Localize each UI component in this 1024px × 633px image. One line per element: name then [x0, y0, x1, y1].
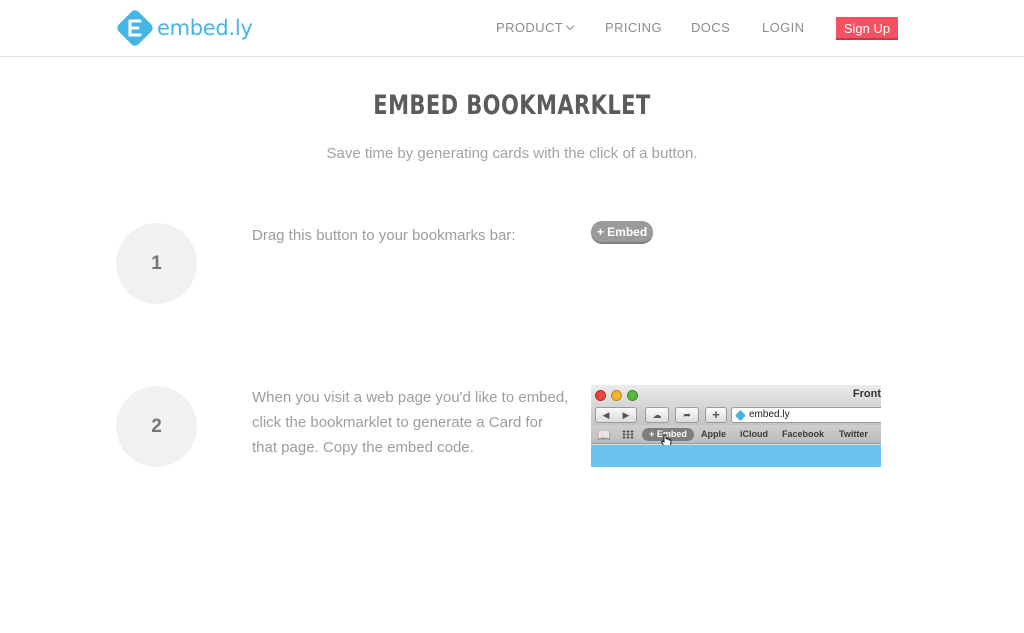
embed-bookmarklet-button[interactable]: + Embed	[591, 221, 653, 244]
nav-product-label: PRODUCT	[496, 20, 564, 35]
plus-icon: +	[705, 407, 727, 423]
step-1-number: 1	[116, 223, 197, 304]
share-icon: ➦	[675, 407, 699, 423]
browser-page-content	[591, 445, 881, 467]
nav-login[interactable]: LOGIN	[762, 20, 804, 35]
browser-url-bar: embed.ly	[731, 407, 881, 423]
main-nav: PRODUCT PRICING DOCS LOGIN Sign Up	[0, 17, 1024, 41]
site-header: embed.ly PRODUCT PRICING DOCS LOGIN Sign…	[0, 0, 1024, 57]
browser-url-text: embed.ly	[749, 409, 790, 420]
step-1-text: Drag this button to your bookmarks bar:	[252, 227, 516, 244]
chevron-down-icon	[565, 21, 575, 31]
grid-icon	[622, 430, 634, 439]
nav-pricing[interactable]: PRICING	[605, 20, 662, 35]
signup-button[interactable]: Sign Up	[836, 17, 898, 40]
cloud-icon: ☁	[645, 407, 669, 423]
nav-product[interactable]: PRODUCT	[496, 20, 575, 35]
page-subtitle: Save time by generating cards with the c…	[326, 145, 698, 162]
bookmark-twitter: Twitter	[839, 429, 868, 439]
book-icon: 📖	[597, 430, 611, 442]
page-title: EMBED BOOKMARKLET	[373, 90, 651, 121]
browser-toolbar: ◀ ▶ ☁ ➦ + embed.ly	[591, 405, 881, 425]
nav-docs[interactable]: DOCS	[691, 20, 730, 35]
back-forward-icon: ◀ ▶	[595, 407, 637, 423]
close-light-icon	[595, 390, 606, 401]
minimize-light-icon	[611, 390, 622, 401]
step-2-number: 2	[116, 386, 197, 467]
browser-screenshot: Front ◀ ▶ ☁ ➦ + embed.ly 📖 + Embed Apple …	[591, 385, 881, 467]
bookmark-facebook: Facebook	[782, 429, 825, 439]
browser-titlebar: Front	[591, 385, 881, 405]
browser-bookmarks-bar: 📖 + Embed Apple iCloud Facebook Twitter	[591, 425, 881, 444]
browser-window-title: Front	[852, 388, 881, 400]
zoom-light-icon	[627, 390, 638, 401]
step-2-text: When you visit a web page you'd like to …	[252, 389, 569, 456]
bookmark-icloud: iCloud	[740, 429, 768, 439]
bookmark-apple: Apple	[701, 429, 727, 439]
embedly-favicon-icon	[735, 410, 746, 421]
